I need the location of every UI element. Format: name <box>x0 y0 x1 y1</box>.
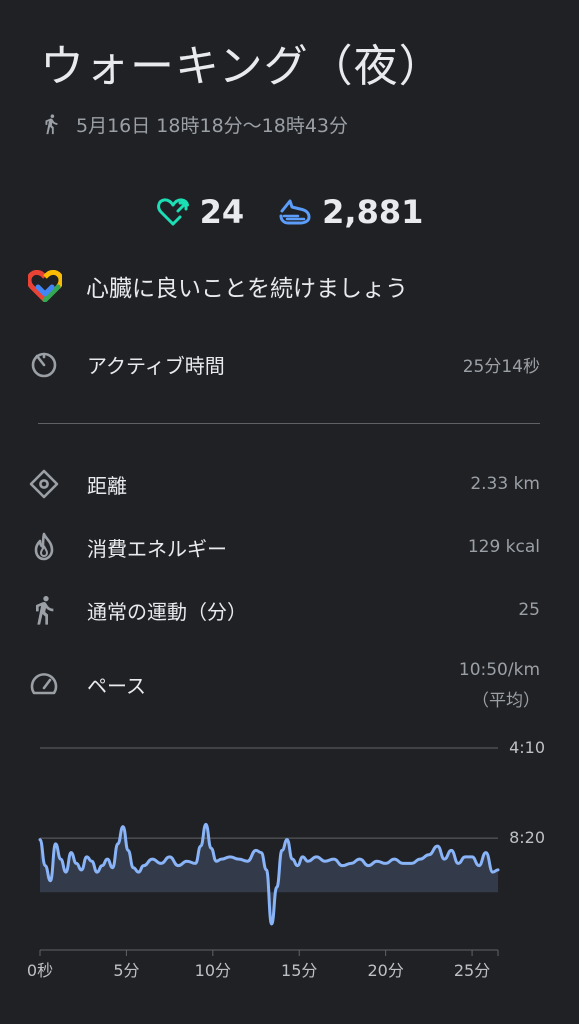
stat-move-minutes: 通常の運動（分） 25 <box>0 592 579 628</box>
timer-icon <box>26 346 62 382</box>
pace-label: ペース <box>87 673 146 698</box>
activity-datetime: 5月16日 18時18分〜18時43分 <box>40 110 348 138</box>
pace-average-note: （平均） <box>472 691 540 711</box>
divider <box>38 423 540 424</box>
x-tick-label: 10分 <box>195 961 231 980</box>
heart-points[interactable]: 24 <box>156 193 245 231</box>
x-tick-label: 0秒 <box>27 961 53 980</box>
page-title: ウォーキング（夜） <box>40 41 444 92</box>
speedometer-icon <box>26 666 62 702</box>
stat-distance: 距離 2.33 km <box>0 466 579 502</box>
motivation-text: 心臓に良いことを続けましょう <box>86 276 408 302</box>
x-tick-label: 20分 <box>367 961 403 980</box>
y-tick-label: 4:10 <box>509 738 545 757</box>
steps[interactable]: 2,881 <box>278 193 423 231</box>
x-tick-label: 15分 <box>281 961 317 980</box>
distance-value: 2.33 km <box>470 474 540 494</box>
distance-label: 距離 <box>87 473 127 498</box>
x-tick-label: 25分 <box>454 961 490 980</box>
pace-value: 10:50/km <box>458 660 540 680</box>
x-tick-label: 5分 <box>113 961 139 980</box>
metrics-summary: 24 2,881 <box>0 190 579 234</box>
steps-icon <box>279 199 311 225</box>
move-minutes-value: 25 <box>518 600 540 620</box>
active-time-value: 25分14秒 <box>462 356 540 377</box>
energy-value: 129 kcal <box>467 537 540 557</box>
pace-chart: 4:10 8:20 0秒 5分 10分 15分 20分 25分 <box>27 738 545 980</box>
stat-energy: 消費エネルギー 129 kcal <box>0 529 579 565</box>
energy-label: 消費エネルギー <box>87 536 227 561</box>
location-diamond-icon <box>26 466 62 502</box>
y-tick-label: 8:20 <box>509 828 545 847</box>
stat-active-time: アクティブ時間 25分14秒 <box>0 346 579 382</box>
heart-points-value: 24 <box>199 193 245 231</box>
steps-value: 2,881 <box>322 193 424 231</box>
active-time-label: アクティブ時間 <box>87 353 225 378</box>
heart-points-icon <box>156 198 189 226</box>
flame-icon <box>26 529 62 565</box>
google-fit-heart-icon <box>28 270 62 302</box>
walking-icon <box>45 114 58 135</box>
datetime-text: 5月16日 18時18分〜18時43分 <box>76 114 349 137</box>
walking-icon <box>26 592 62 628</box>
motivation-banner: 心臓に良いことを続けましょう <box>28 266 408 306</box>
move-minutes-label: 通常の運動（分） <box>87 599 247 624</box>
